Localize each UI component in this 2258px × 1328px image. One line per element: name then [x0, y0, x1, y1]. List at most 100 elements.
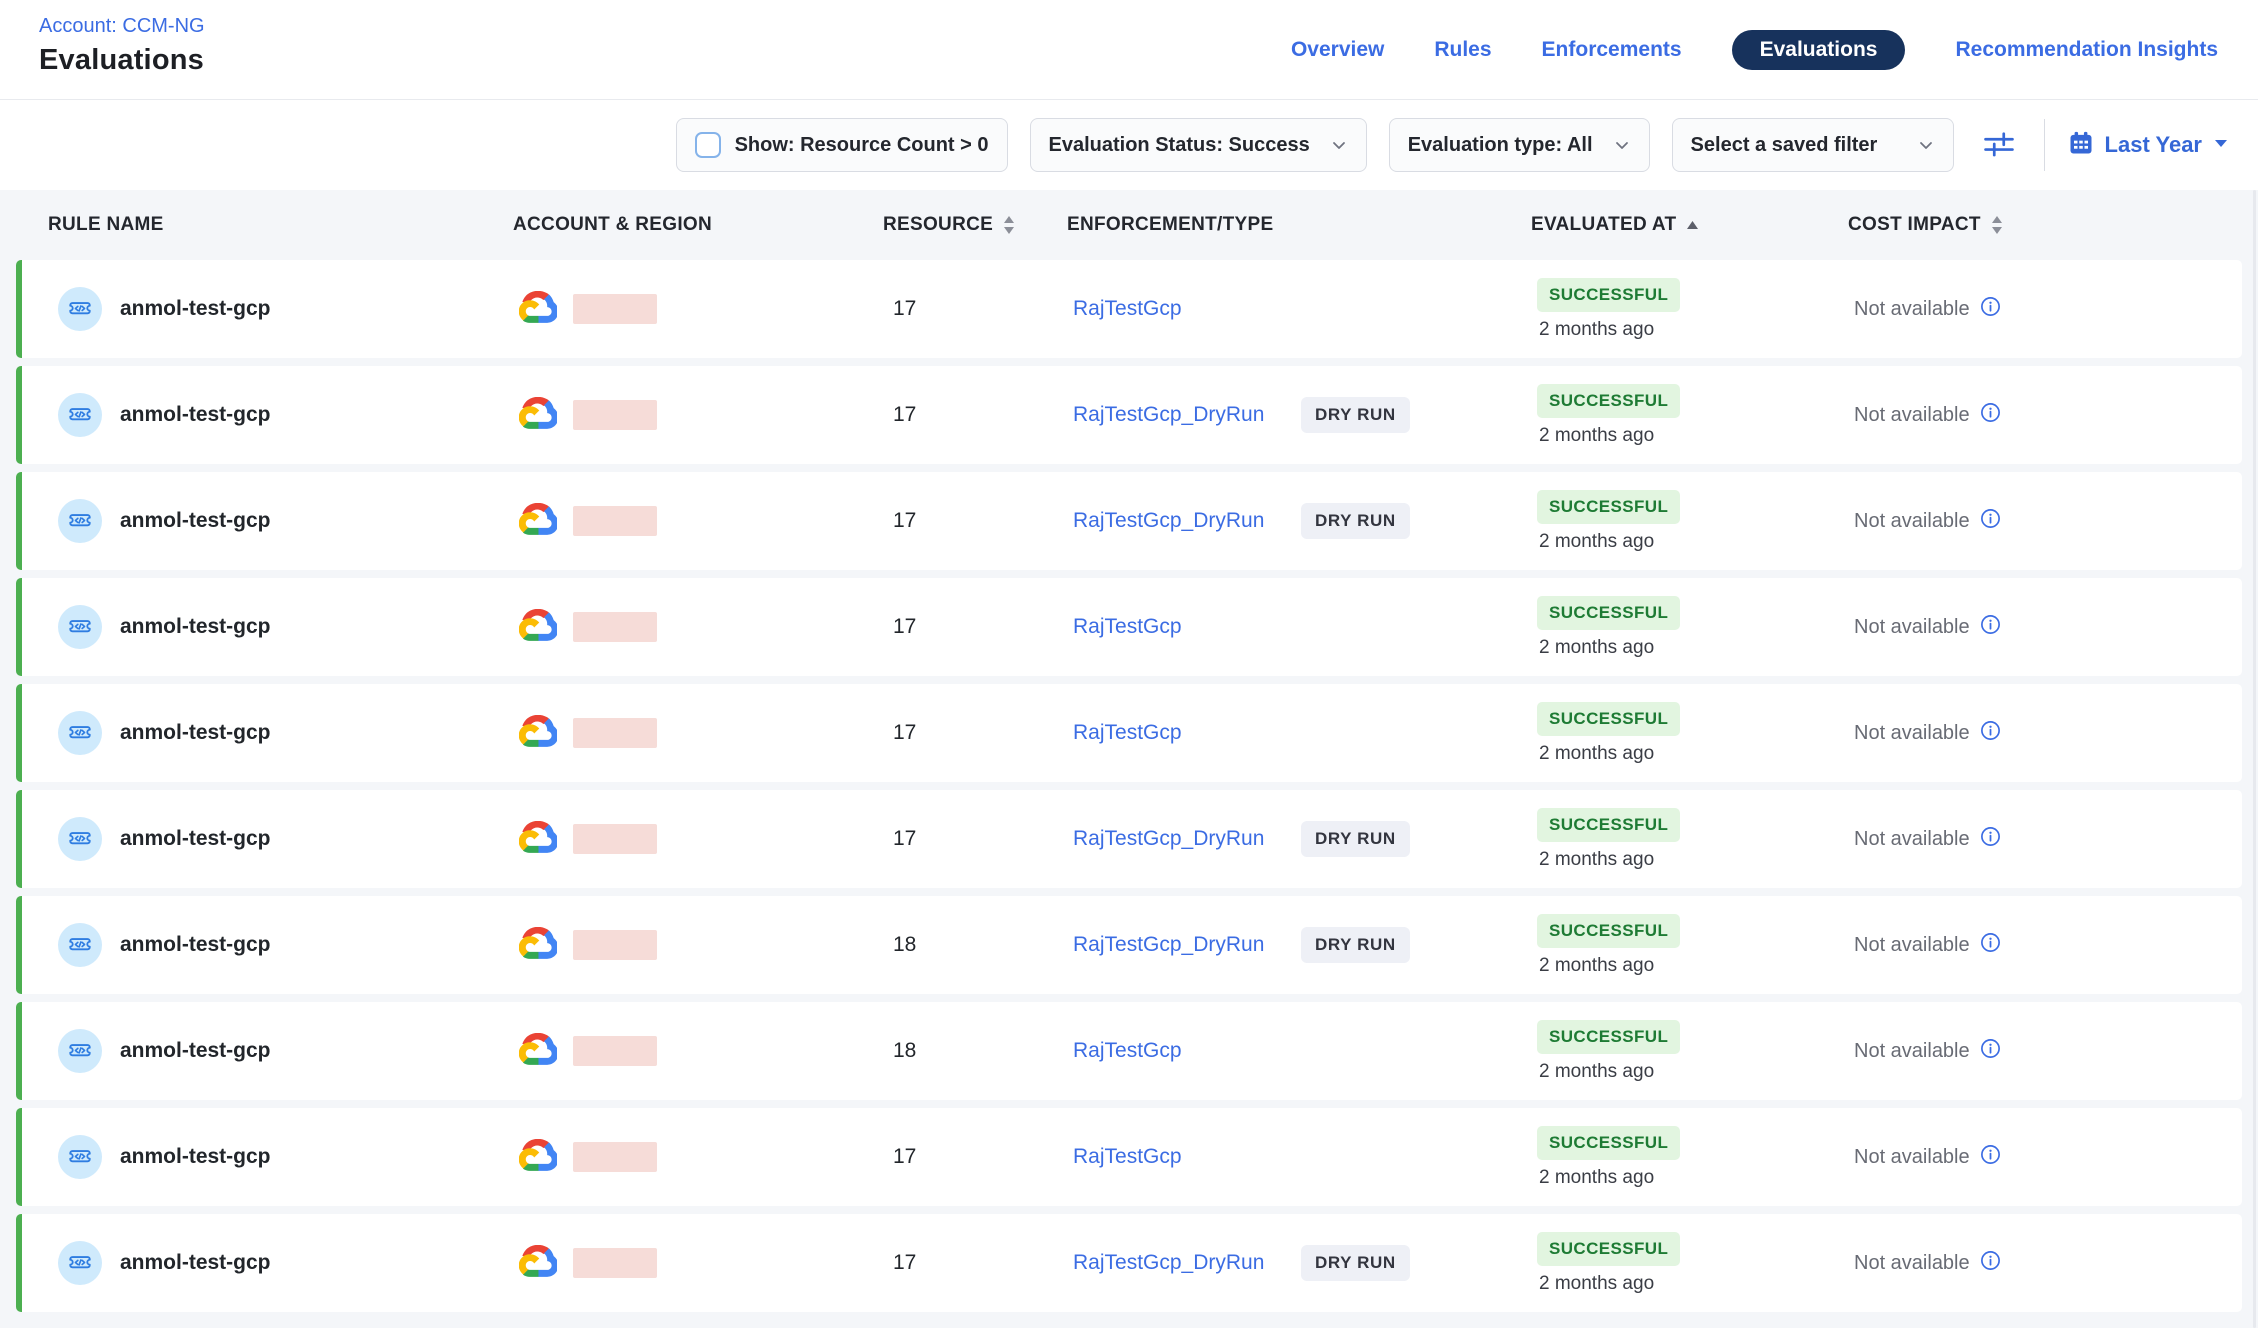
sort-icon[interactable]: [1991, 216, 2003, 234]
enforcement-link[interactable]: RajTestGcp_DryRun: [1073, 933, 1264, 956]
nav-item-enforcements[interactable]: Enforcements: [1542, 30, 1682, 70]
cost-impact-value: Not available: [1854, 934, 1970, 957]
info-icon[interactable]: [1980, 614, 2001, 640]
info-icon[interactable]: [1980, 296, 2001, 322]
top-nav: Overview Rules Enforcements Evaluations …: [1291, 0, 2218, 100]
sort-ascending-icon[interactable]: [1686, 221, 1699, 230]
enforcement-link[interactable]: RajTestGcp_DryRun: [1073, 403, 1264, 426]
cost-impact-value: Not available: [1854, 298, 1970, 321]
cost-impact-cell: Not available: [1854, 1250, 2242, 1276]
info-icon[interactable]: [1980, 932, 2001, 958]
rule-icon: [58, 287, 102, 331]
enforcement-link[interactable]: RajTestGcp_DryRun: [1073, 509, 1264, 532]
evaluated-timestamp: 2 months ago: [1537, 637, 1654, 659]
top-header: Account: CCM-NG Evaluations Overview Rul…: [0, 0, 2258, 100]
table-row[interactable]: anmol-test-gcp 17 RajTestGc: [16, 472, 2242, 570]
evaluation-type-dropdown[interactable]: Evaluation type: All: [1389, 118, 1650, 172]
resource-count: 17: [893, 1251, 916, 1275]
table-row[interactable]: anmol-test-gcp 17 RajTestGc: [16, 1214, 2242, 1312]
resource-count-filter[interactable]: Show: Resource Count > 0: [676, 118, 1008, 172]
gcp-logo-icon: [519, 927, 557, 964]
cost-impact-cell: Not available: [1854, 932, 2242, 958]
breadcrumb-account-link[interactable]: Account: CCM-NG: [39, 15, 205, 38]
resource-count-label: Show: Resource Count > 0: [735, 134, 989, 157]
status-badge: SUCCESSFUL: [1537, 596, 1680, 630]
cost-impact-cell: Not available: [1854, 720, 2242, 746]
nav-item-recommendation-insights[interactable]: Recommendation Insights: [1955, 30, 2218, 70]
enforcement-link[interactable]: RajTestGcp: [1073, 721, 1182, 744]
enforcement-link[interactable]: RajTestGcp: [1073, 615, 1182, 638]
enforcement-cell: RajTestGcp_DryRun DRY RUN: [1073, 503, 1537, 539]
info-icon[interactable]: [1980, 1144, 2001, 1170]
rule-icon: [58, 1241, 102, 1285]
resource-count-checkbox[interactable]: [695, 132, 721, 158]
date-range-picker[interactable]: Last Year: [2067, 129, 2230, 162]
enforcement-cell: RajTestGcp_DryRun DRY RUN: [1073, 1245, 1537, 1281]
cost-impact-value: Not available: [1854, 722, 1970, 745]
info-icon[interactable]: [1980, 826, 2001, 852]
dry-run-badge: DRY RUN: [1301, 503, 1410, 539]
table-row[interactable]: anmol-test-gcp 17 RajTestGc: [16, 578, 2242, 676]
account-region-cell: [519, 715, 889, 752]
sort-icon[interactable]: [1003, 216, 1015, 234]
table-row[interactable]: anmol-test-gcp 17 RajTestGc: [16, 790, 2242, 888]
gcp-logo-icon: [519, 1245, 557, 1282]
table-row[interactable]: anmol-test-gcp 18 RajTestGc: [16, 896, 2242, 994]
info-icon[interactable]: [1980, 1038, 2001, 1064]
column-header-evaluated-at[interactable]: EVALUATED AT: [1531, 214, 1848, 236]
enforcement-link[interactable]: RajTestGcp: [1073, 1145, 1182, 1168]
enforcement-cell: RajTestGcp_DryRun DRY RUN: [1073, 927, 1537, 963]
column-header-resource[interactable]: RESOURCE: [883, 214, 1067, 236]
rule-name: anmol-test-gcp: [120, 1039, 271, 1063]
rule-icon: [58, 605, 102, 649]
rule-name: anmol-test-gcp: [120, 403, 271, 427]
enforcement-link[interactable]: RajTestGcp: [1073, 1039, 1182, 1062]
rule-name-cell: anmol-test-gcp: [22, 923, 519, 967]
enforcement-cell: RajTestGcp: [1073, 615, 1537, 639]
info-icon[interactable]: [1980, 508, 2001, 534]
rule-icon: [58, 1135, 102, 1179]
table-row[interactable]: anmol-test-gcp 18 RajTestGc: [16, 1002, 2242, 1100]
table-row[interactable]: anmol-test-gcp 17 RajTestGc: [16, 260, 2242, 358]
chevron-down-icon: [1330, 136, 1348, 154]
column-header-cost-impact[interactable]: COST IMPACT: [1848, 214, 2242, 236]
table-row[interactable]: anmol-test-gcp 17 RajTestGc: [16, 684, 2242, 782]
resource-count: 17: [893, 1145, 916, 1169]
status-badge: SUCCESSFUL: [1537, 702, 1680, 736]
info-icon[interactable]: [1980, 1250, 2001, 1276]
status-badge: SUCCESSFUL: [1537, 490, 1680, 524]
nav-item-overview[interactable]: Overview: [1291, 30, 1384, 70]
enforcement-link[interactable]: RajTestGcp_DryRun: [1073, 1251, 1264, 1274]
rule-name-cell: anmol-test-gcp: [22, 711, 519, 755]
account-region-cell: [519, 927, 889, 964]
nav-item-evaluations-active[interactable]: Evaluations: [1732, 30, 1906, 70]
enforcement-link[interactable]: RajTestGcp_DryRun: [1073, 827, 1264, 850]
redacted-account-name: [573, 824, 657, 854]
evaluation-status-dropdown[interactable]: Evaluation Status: Success: [1030, 118, 1367, 172]
scrollbar[interactable]: [2253, 190, 2256, 1328]
table-row[interactable]: anmol-test-gcp 17 RajTestGc: [16, 1108, 2242, 1206]
resource-count-cell: 18: [889, 1039, 1073, 1063]
account-region-cell: [519, 291, 889, 328]
evaluated-at-cell: SUCCESSFUL 2 months ago: [1537, 1232, 1854, 1295]
table-row[interactable]: anmol-test-gcp 17 RajTestGc: [16, 366, 2242, 464]
rule-icon: [58, 817, 102, 861]
filter-divider: [2044, 119, 2045, 171]
info-icon[interactable]: [1980, 720, 2001, 746]
evaluated-at-cell: SUCCESSFUL 2 months ago: [1537, 490, 1854, 553]
rule-icon: [58, 923, 102, 967]
info-icon[interactable]: [1980, 402, 2001, 428]
enforcement-link[interactable]: RajTestGcp: [1073, 297, 1182, 320]
redacted-account-name: [573, 612, 657, 642]
filter-settings-button[interactable]: [1976, 121, 2022, 170]
rule-icon: [58, 499, 102, 543]
cost-impact-value: Not available: [1854, 404, 1970, 427]
date-range-label: Last Year: [2105, 132, 2202, 158]
enforcement-cell: RajTestGcp: [1073, 297, 1537, 321]
nav-item-rules[interactable]: Rules: [1434, 30, 1491, 70]
redacted-account-name: [573, 1248, 657, 1278]
saved-filter-dropdown[interactable]: Select a saved filter: [1672, 118, 1954, 172]
resource-count-cell: 17: [889, 1251, 1073, 1275]
resource-count-cell: 17: [889, 615, 1073, 639]
gcp-logo-icon: [519, 821, 557, 858]
